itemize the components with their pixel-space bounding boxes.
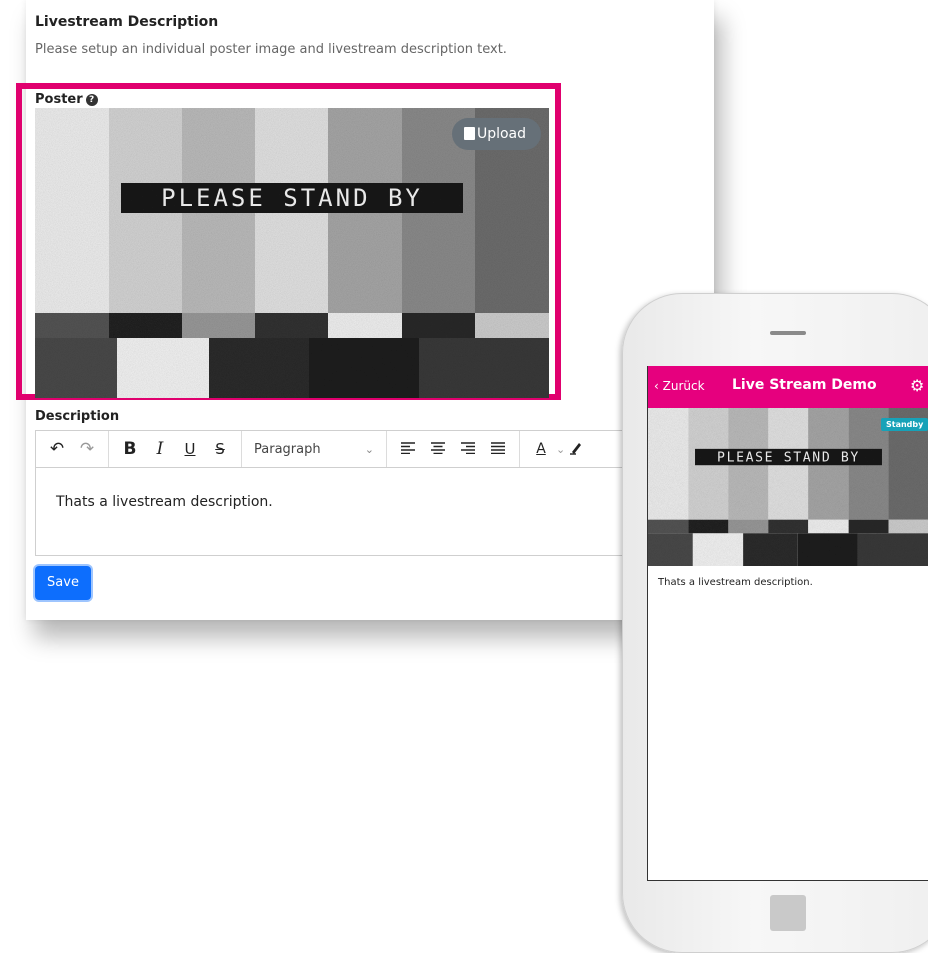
align-center-icon[interactable] [423,439,453,459]
underline-button[interactable]: U [175,440,205,458]
undo-icon[interactable]: ↶ [42,439,72,459]
editor-toolbar: ↶ ↷ B I U S Paragraph ⌄ A ⌄ [35,430,645,468]
poster-image: PLEASE STAND BY [35,108,549,398]
phone-home-button [770,895,806,931]
format-group: Paragraph ⌄ [242,431,387,467]
app-title: Live Stream Demo [732,377,877,393]
phone-screen: ‹ Zurück Live Stream Demo ⚙ PLEASE STAND… [647,366,928,881]
gear-icon[interactable]: ⚙ [910,376,924,395]
bold-button[interactable]: B [115,439,145,459]
paragraph-select[interactable]: Paragraph ⌄ [248,442,380,457]
file-upload-icon [464,127,475,140]
description-editor[interactable]: Thats a livestream description. [35,468,645,556]
chevron-left-icon: ‹ [654,379,659,393]
align-group [387,431,520,467]
chevron-down-icon[interactable]: ⌄ [556,443,565,456]
phone-poster-text: PLEASE STAND BY [717,450,860,465]
poster-label: Poster? [35,92,98,107]
question-circle-icon[interactable]: ? [85,94,98,106]
text-style-group: B I U S [109,431,242,467]
back-button[interactable]: ‹ Zurück [654,379,705,393]
section-title: Livestream Description [35,14,219,30]
color-group: A ⌄ [520,431,589,467]
font-color-button[interactable]: A [526,441,556,457]
phone-speaker [770,331,806,335]
italic-button[interactable]: I [145,439,175,459]
history-group: ↶ ↷ [36,431,109,467]
test-pattern-image: PLEASE STAND BY [35,108,549,398]
highlighter-icon[interactable] [569,440,583,459]
app-header: ‹ Zurück Live Stream Demo ⚙ [648,366,928,408]
status-badge: Standby [881,418,928,431]
paragraph-select-value: Paragraph [254,441,321,457]
description-text: Thats a livestream description. [56,494,273,510]
strikethrough-button[interactable]: S [205,440,235,458]
phone-poster-image: PLEASE STAND BY [648,408,928,566]
section-subtitle: Please setup an individual poster image … [35,42,507,57]
poster-label-text: Poster [35,92,83,107]
redo-icon[interactable]: ↷ [72,439,102,459]
align-left-icon[interactable] [393,439,423,459]
back-label: Zurück [662,379,705,393]
poster-image-text: PLEASE STAND BY [161,184,423,212]
description-label: Description [35,409,120,424]
phone-description: Thats a livestream description. [658,577,813,588]
save-button[interactable]: Save [35,566,91,600]
align-right-icon[interactable] [453,439,483,459]
phone-test-pattern: PLEASE STAND BY [648,408,928,566]
upload-label: Upload [476,126,527,142]
upload-button[interactable]: Upload [452,118,541,150]
chevron-down-icon: ⌄ [364,442,374,456]
align-justify-icon[interactable] [483,439,513,459]
